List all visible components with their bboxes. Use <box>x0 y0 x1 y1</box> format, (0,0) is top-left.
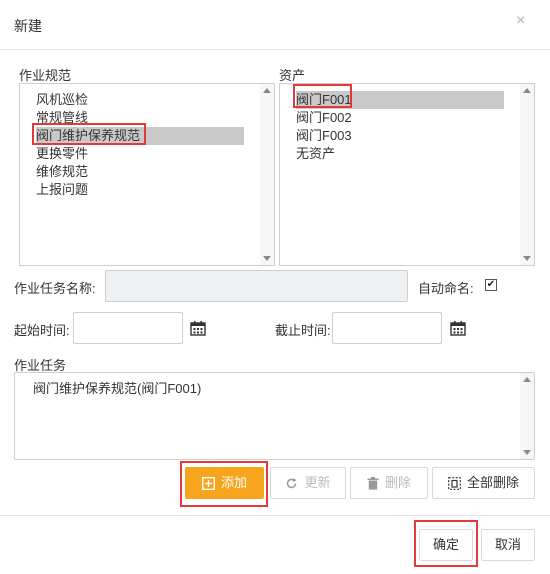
dialog-title: 新建 <box>14 18 42 34</box>
refresh-icon <box>287 477 297 488</box>
calendar-icon[interactable] <box>450 320 466 336</box>
start-time-input[interactable] <box>73 312 183 344</box>
delete-all-button-label: 全部删除 <box>466 475 519 490</box>
add-button-label: 添加 <box>220 475 247 490</box>
start-time-label: 起始时间: <box>14 323 70 338</box>
asset-item-selected[interactable]: 阀门F001 <box>296 91 504 109</box>
scroll-up-icon[interactable] <box>523 88 531 93</box>
task-name-input[interactable] <box>105 270 408 302</box>
asset-item[interactable]: 阀门F002 <box>296 109 352 127</box>
tasks-scrollbar[interactable] <box>520 373 534 459</box>
trash-icon <box>367 476 379 490</box>
auto-name-checkbox[interactable]: ✔ <box>485 279 497 291</box>
footer-divider <box>0 515 550 516</box>
delete-button[interactable]: 删除 <box>350 467 428 499</box>
close-icon[interactable]: × <box>516 12 525 30</box>
assets-label: 资产 <box>279 68 306 83</box>
end-time-input[interactable] <box>332 312 442 344</box>
calendar-icon[interactable] <box>190 320 206 336</box>
tasks-list[interactable]: 阀门维护保养规范(阀门F001) <box>14 372 535 460</box>
update-button-label: 更新 <box>304 475 331 490</box>
work-spec-item-selected[interactable]: 阀门维护保养规范 <box>36 127 244 145</box>
work-spec-scrollbar[interactable] <box>260 84 274 265</box>
work-spec-label: 作业规范 <box>19 68 72 83</box>
work-spec-item[interactable]: 风机巡检 <box>36 91 88 109</box>
work-spec-list[interactable]: 风机巡检 常规管线 阀门维护保养规范 更换零件 维修规范 上报问题 <box>19 83 275 266</box>
work-spec-item[interactable]: 维修规范 <box>36 163 88 181</box>
scroll-up-icon[interactable] <box>263 88 271 93</box>
work-spec-item[interactable]: 更换零件 <box>36 145 88 163</box>
work-spec-item[interactable]: 上报问题 <box>36 181 88 199</box>
assets-scrollbar[interactable] <box>520 84 534 265</box>
header-divider <box>0 49 550 50</box>
add-button[interactable]: 添加 <box>185 467 264 499</box>
scroll-down-icon[interactable] <box>263 256 271 261</box>
asset-item[interactable]: 无资产 <box>296 145 335 163</box>
confirm-button[interactable]: 确定 <box>419 529 473 561</box>
delete-all-button[interactable]: 全部删除 <box>432 467 535 499</box>
task-name-label: 作业任务名称: <box>14 281 96 296</box>
scroll-down-icon[interactable] <box>523 450 531 455</box>
clear-all-icon <box>448 476 461 490</box>
auto-name-label: 自动命名: <box>418 281 474 296</box>
plus-square-icon <box>201 476 215 490</box>
update-button[interactable]: 更新 <box>270 467 346 499</box>
cancel-button[interactable]: 取消 <box>481 529 535 561</box>
asset-item[interactable]: 阀门F003 <box>296 127 352 145</box>
task-item[interactable]: 阀门维护保养规范(阀门F001) <box>33 380 201 398</box>
end-time-label: 截止时间: <box>275 323 331 338</box>
scroll-up-icon[interactable] <box>523 377 531 382</box>
scroll-down-icon[interactable] <box>523 256 531 261</box>
assets-list[interactable]: 阀门F001 阀门F002 阀门F003 无资产 <box>279 83 535 266</box>
delete-button-label: 删除 <box>384 475 411 490</box>
work-spec-item[interactable]: 常规管线 <box>36 109 88 127</box>
